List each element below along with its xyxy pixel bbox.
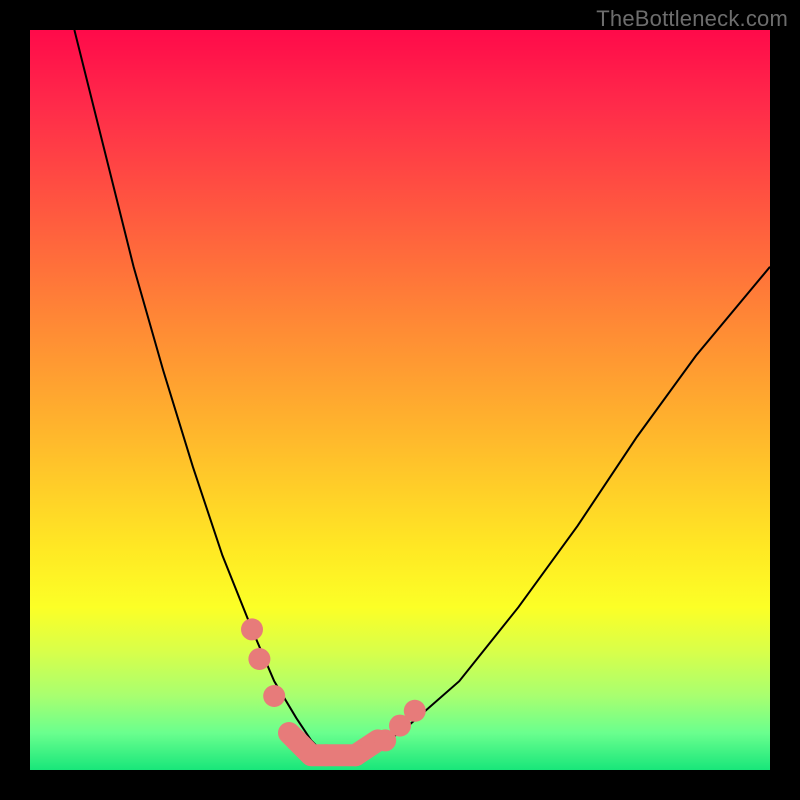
highlight-dot — [315, 744, 337, 766]
chart-area — [30, 30, 770, 770]
highlight-dot — [241, 618, 263, 640]
chart-svg — [30, 30, 770, 770]
watermark-text: TheBottleneck.com — [596, 6, 788, 32]
highlight-dot — [263, 685, 285, 707]
bottleneck-curve — [74, 30, 770, 755]
highlight-dots — [241, 618, 426, 766]
highlight-dot — [285, 729, 307, 751]
highlight-dot — [345, 744, 367, 766]
highlight-dot — [404, 700, 426, 722]
highlight-dot — [248, 648, 270, 670]
